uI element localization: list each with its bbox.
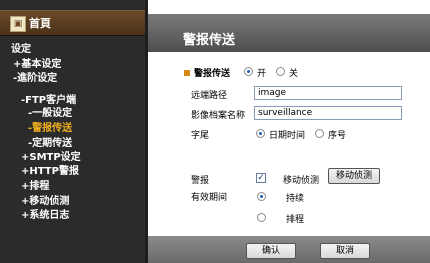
- sidebar-item-settings[interactable]: 设定: [11, 44, 31, 56]
- sidebar-item-ftp-client[interactable]: -FTP客户端: [21, 95, 76, 107]
- image-name-input[interactable]: [254, 106, 402, 120]
- home-bar[interactable]: ▣ 首頁: [0, 10, 145, 36]
- sidebar-item-general-settings[interactable]: -一般设定: [28, 108, 72, 120]
- sidebar: ▣ 首頁 设定 +基本设定 -進阶设定 -FTP客户端 -一般设定 -警报传送 …: [0, 0, 145, 263]
- cancel-button[interactable]: 取消: [320, 243, 370, 259]
- duration-label: 有效期间: [191, 193, 228, 203]
- sidebar-item-schedule[interactable]: +排程: [21, 181, 49, 193]
- duration-continuous-label: 持续: [286, 194, 305, 204]
- sidebar-item-advanced-settings[interactable]: -進阶设定: [13, 73, 57, 85]
- suffix-label: 字尾: [191, 131, 210, 141]
- suffix-datetime-label: 日期时间: [269, 131, 306, 141]
- suffix-seq-label: 序号: [328, 131, 347, 141]
- alarm-label: 警报: [191, 176, 210, 186]
- remote-path-input[interactable]: [254, 86, 402, 100]
- alarm-send-on-label: 开: [257, 69, 267, 79]
- title-bar: 警报传送: [148, 14, 430, 52]
- ok-button[interactable]: 确认: [246, 243, 296, 259]
- main-panel: 警报传送 警报传送 开 关 远端路径 影像档案名称 字尾 日期时间 序号 警报 …: [145, 0, 430, 263]
- sidebar-item-system-log[interactable]: +系统日志: [21, 210, 69, 222]
- sidebar-item-motion-detection[interactable]: +移动侦测: [21, 196, 69, 208]
- image-name-label: 影像档案名称: [191, 111, 246, 121]
- alarm-send-off-label: 关: [289, 69, 299, 79]
- duration-schedule-label: 排程: [286, 215, 305, 225]
- remote-path-label: 远端路径: [191, 91, 228, 101]
- sidebar-item-http-alarm[interactable]: +HTTP警报: [21, 166, 79, 178]
- section-bullet-icon: [184, 70, 190, 76]
- sidebar-item-smtp[interactable]: +SMTP设定: [21, 152, 81, 164]
- alarm-send-label: 警报传送: [194, 69, 231, 79]
- sidebar-item-basic-settings[interactable]: +基本设定: [13, 59, 61, 71]
- home-link[interactable]: 首頁: [29, 15, 51, 31]
- suffix-seq-radio[interactable]: [315, 129, 324, 138]
- duration-schedule-radio[interactable]: [257, 213, 266, 222]
- suffix-datetime-radio[interactable]: [256, 129, 265, 138]
- page-title: 警报传送: [183, 33, 236, 48]
- alarm-send-on-radio[interactable]: [244, 67, 253, 76]
- sidebar-item-periodic-send[interactable]: -定期传送: [28, 138, 72, 150]
- home-icon: ▣: [10, 16, 26, 32]
- motion-detection-label: 移动侦测: [283, 176, 320, 186]
- sidebar-item-alarm-send[interactable]: -警报传送: [28, 123, 72, 135]
- motion-detection-button[interactable]: 移动侦测: [328, 168, 380, 184]
- duration-continuous-radio[interactable]: [257, 192, 266, 201]
- alarm-send-off-radio[interactable]: [276, 67, 285, 76]
- motion-detection-checkbox[interactable]: ✓: [256, 173, 266, 183]
